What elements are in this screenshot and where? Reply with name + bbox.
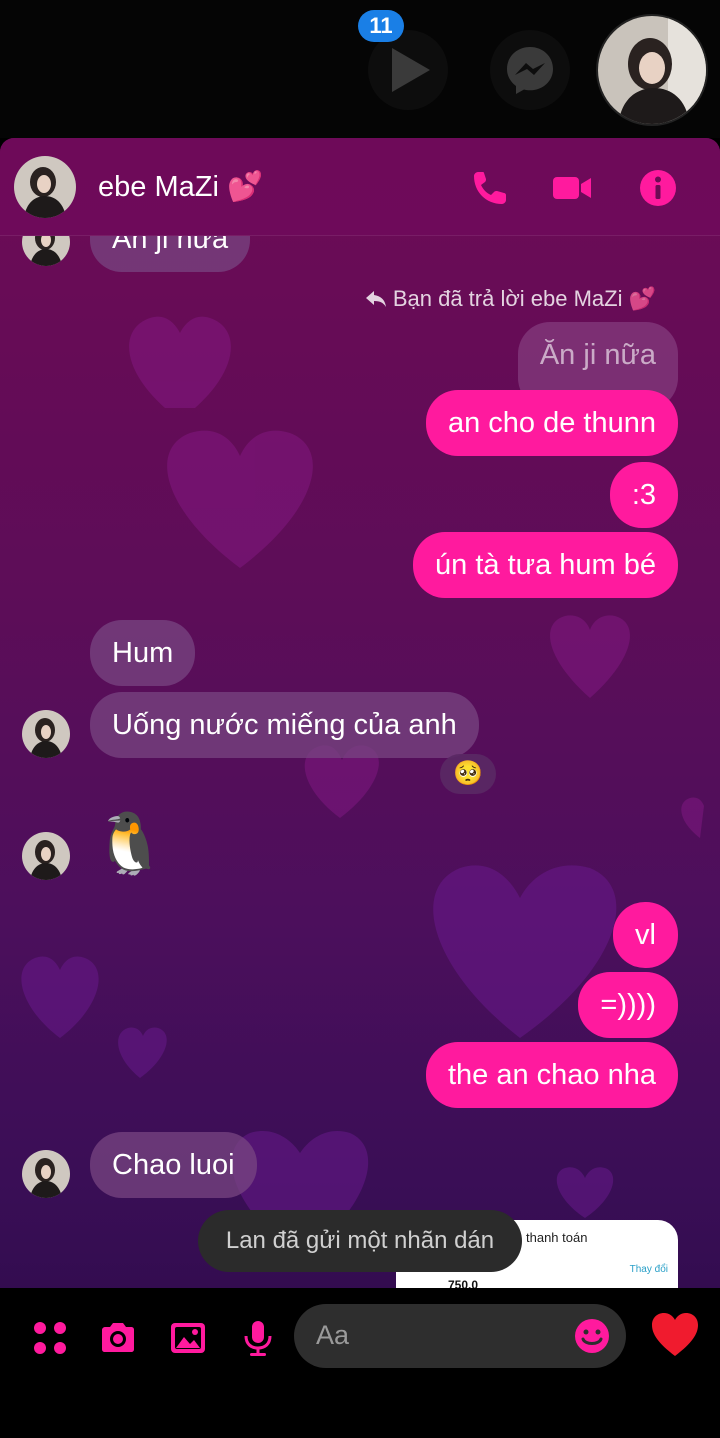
contact-avatar-small (22, 236, 70, 266)
phone-icon[interactable] (468, 166, 512, 210)
messenger-chat-head[interactable] (490, 30, 570, 110)
reply-note-text: Bạn đã trả lời ebe MaZi 💕 (392, 286, 656, 311)
video-chat-head[interactable] (368, 30, 448, 110)
receipt-change-link: Thay đổi (629, 1264, 668, 1275)
receipt-title: thanh toán (526, 1230, 588, 1245)
chat-panel: ebe MaZi 💕 Ăn ji nữa Bạn đã trả lời ebe … (0, 138, 720, 1438)
contact-avatar-small (22, 710, 70, 758)
contact-avatar-small (22, 832, 70, 880)
camera-icon[interactable] (98, 1318, 138, 1358)
conversation-header: ebe MaZi 💕 (0, 138, 720, 236)
receipt-amount: 750.0 (448, 1278, 479, 1288)
incoming-message[interactable]: Uống nước miếng của anh (90, 692, 479, 758)
video-icon[interactable] (550, 166, 594, 210)
unread-badge: 11 (358, 10, 404, 42)
penguin-sticker[interactable]: 🐧 (92, 808, 167, 880)
screen: 11 ebe MaZi 💕 Ăn ji nữa Bạn đã trả lời e… (0, 0, 720, 1438)
message-reaction[interactable]: 🥺 (440, 754, 496, 794)
messenger-icon (507, 47, 553, 94)
message-input-placeholder: Aa (316, 1320, 350, 1350)
image-icon[interactable] (168, 1318, 208, 1358)
incoming-message[interactable]: Chao luoi (90, 1132, 257, 1198)
contact-avatar[interactable] (14, 156, 76, 218)
reply-note: Bạn đã trả lời ebe MaZi 💕 (365, 286, 656, 312)
info-icon[interactable] (636, 166, 680, 210)
toast-notification: Lan đã gửi một nhãn dán (198, 1210, 522, 1272)
heart-icon[interactable] (650, 1310, 700, 1360)
outgoing-message[interactable]: an cho de thunn (425, 390, 678, 456)
outgoing-message[interactable]: the an chao nha (425, 1042, 678, 1108)
chat-heads-bar: 11 (0, 0, 720, 138)
message-input[interactable]: Aa (294, 1304, 626, 1368)
apps-icon[interactable] (30, 1318, 70, 1358)
outgoing-message[interactable]: ún tà tưa hum bé (413, 532, 678, 598)
contact-name[interactable]: ebe MaZi 💕 (98, 170, 263, 204)
incoming-message[interactable]: Hum (90, 620, 196, 686)
smile-icon[interactable] (572, 1316, 612, 1356)
play-icon (392, 48, 430, 92)
contact-chat-head-avatar[interactable] (596, 14, 708, 126)
composer-bar: Aa (0, 1288, 720, 1438)
mic-icon[interactable] (238, 1318, 278, 1358)
outgoing-message[interactable]: vl (613, 902, 678, 968)
outgoing-message[interactable]: =)))) (578, 972, 678, 1038)
reply-icon (365, 291, 386, 307)
message-list[interactable]: Ăn ji nữa Bạn đã trả lời ebe MaZi 💕 Ăn j… (0, 236, 720, 1288)
incoming-message[interactable]: Ăn ji nữa (90, 236, 251, 272)
contact-avatar-small (22, 1150, 70, 1198)
outgoing-message[interactable]: :3 (609, 462, 678, 528)
